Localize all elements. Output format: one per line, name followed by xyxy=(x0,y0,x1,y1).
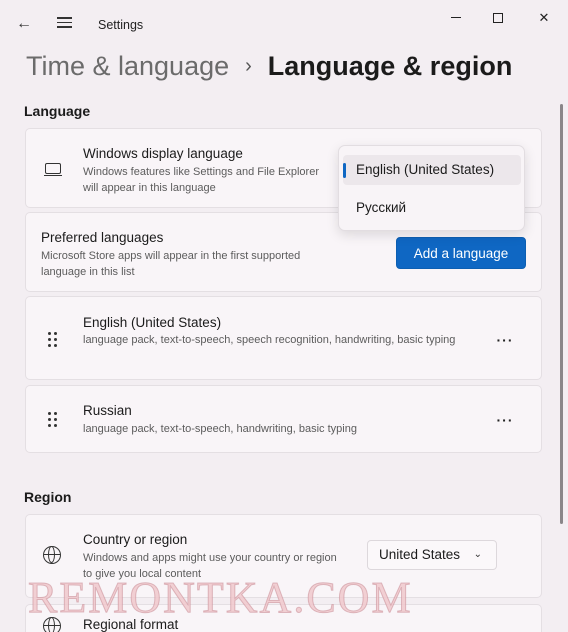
preferred-languages-description: Microsoft Store apps will appear in the … xyxy=(41,250,301,278)
more-options-button[interactable]: ··· xyxy=(491,333,519,353)
language-item-russian[interactable]: Russian language pack, text-to-speech, h… xyxy=(25,385,542,453)
display-language-description: Windows features like Settings and File … xyxy=(83,166,319,194)
breadcrumb-parent-link[interactable]: Time & language xyxy=(26,51,229,82)
section-label-language: Language xyxy=(24,103,91,119)
dropdown-option-russian[interactable]: Русский xyxy=(343,193,521,223)
laptop-icon xyxy=(44,163,62,177)
country-select[interactable]: United States ⌄ xyxy=(367,540,497,570)
page-title: Language & region xyxy=(267,50,513,81)
back-arrow-icon[interactable]: ← xyxy=(14,14,34,34)
drag-handle-icon[interactable] xyxy=(48,412,58,428)
maximize-button[interactable] xyxy=(483,8,513,28)
dropdown-option-english[interactable]: English (United States) xyxy=(343,155,521,185)
section-label-region: Region xyxy=(24,489,72,505)
close-button[interactable]: ✕ xyxy=(529,8,559,28)
selection-indicator xyxy=(343,163,346,178)
language-item-english[interactable]: English (United States) language pack, t… xyxy=(25,296,542,380)
breadcrumb: Time & language › Language & region xyxy=(26,48,512,84)
title-bar: ← Settings ✕ xyxy=(0,0,568,48)
option-label: English (United States) xyxy=(356,162,495,177)
language-name: Russian xyxy=(83,403,132,418)
language-details: language pack, text-to-speech, handwriti… xyxy=(83,423,357,435)
scrollbar[interactable] xyxy=(560,104,563,524)
display-language-title: Windows display language xyxy=(83,146,243,161)
minimize-button[interactable] xyxy=(441,8,471,28)
chevron-down-icon: ⌄ xyxy=(473,549,482,560)
window-title: Settings xyxy=(98,18,144,32)
option-label: Русский xyxy=(356,200,407,215)
globe-icon xyxy=(43,546,61,564)
hamburger-menu-icon[interactable] xyxy=(54,14,74,34)
more-options-button[interactable]: ··· xyxy=(491,413,519,433)
preferred-languages-title: Preferred languages xyxy=(41,230,164,245)
chevron-right-icon: › xyxy=(245,54,252,77)
add-language-button[interactable]: Add a language xyxy=(396,237,526,269)
country-select-value: United States xyxy=(379,547,461,562)
language-name: English (United States) xyxy=(83,315,222,330)
country-region-title: Country or region xyxy=(83,532,188,547)
watermark: REMONTKA.COM xyxy=(28,573,413,622)
drag-handle-icon[interactable] xyxy=(48,332,58,348)
display-language-dropdown-list: English (United States) Русский xyxy=(338,145,525,231)
language-details: language pack, text-to-speech, speech re… xyxy=(83,334,456,346)
